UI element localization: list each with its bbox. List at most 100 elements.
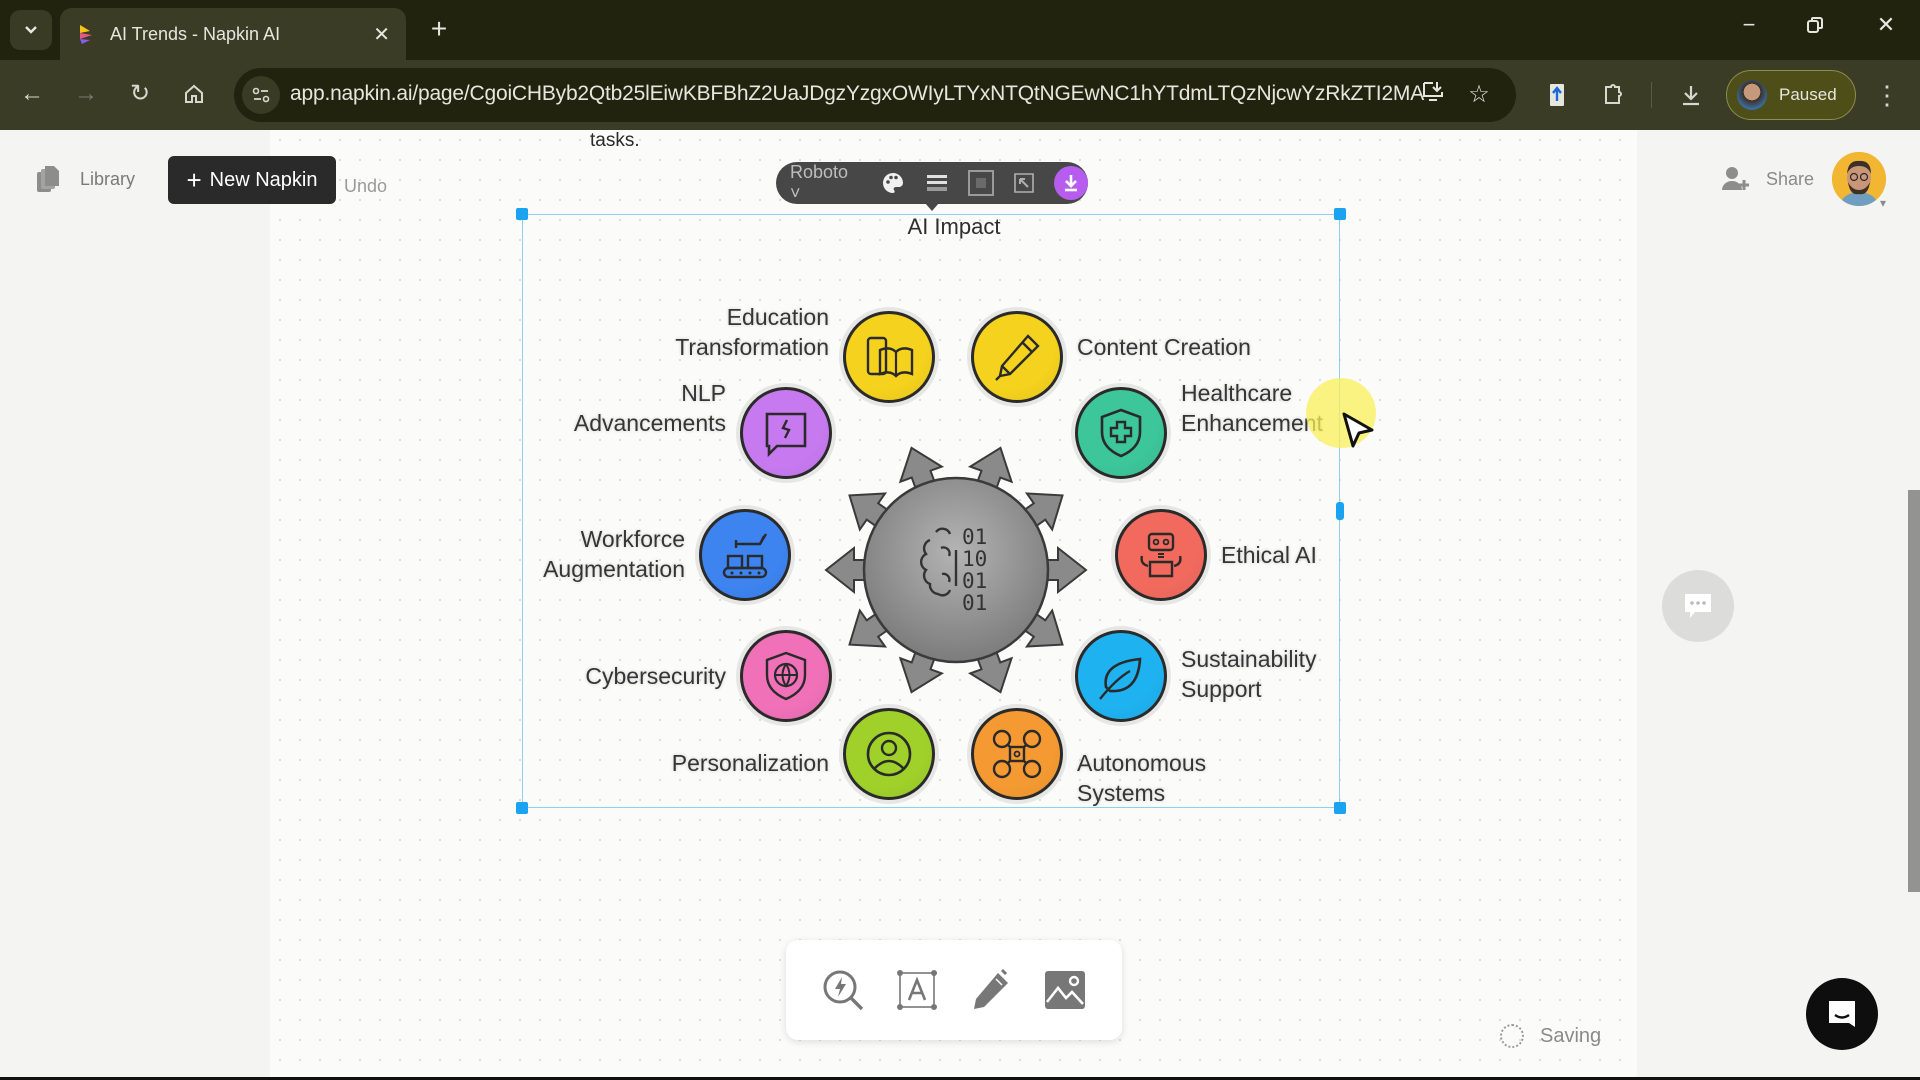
library-link[interactable]: Library bbox=[36, 164, 135, 194]
text-box-icon[interactable] bbox=[891, 964, 943, 1016]
extension-icon[interactable] bbox=[1540, 78, 1574, 112]
tab-list-button[interactable] bbox=[10, 10, 52, 50]
node-personalization[interactable] bbox=[843, 708, 935, 800]
close-tab-icon[interactable]: ✕ bbox=[373, 22, 390, 47]
node-label-workforce[interactable]: Workforce Augmentation bbox=[543, 524, 685, 584]
browser-toolbar: ← → ↻ app.napkin.ai/page/CgoiCHByb2Qtb25… bbox=[0, 60, 1920, 130]
user-avatar[interactable] bbox=[1832, 152, 1886, 206]
back-button[interactable]: ← bbox=[14, 76, 50, 112]
node-label-ethical[interactable]: Ethical AI bbox=[1221, 540, 1317, 570]
tablet-book-icon bbox=[866, 336, 914, 378]
node-label-content[interactable]: Content Creation bbox=[1077, 332, 1251, 362]
browser-tab[interactable]: AI Trends - Napkin AI ✕ bbox=[60, 8, 406, 60]
node-label-line: Transformation bbox=[675, 334, 829, 360]
node-healthcare[interactable] bbox=[1075, 387, 1167, 479]
profile-status: Paused bbox=[1779, 85, 1837, 104]
document-text: tasks. bbox=[590, 130, 640, 151]
toolbar-pointer bbox=[925, 203, 939, 211]
binary-digits: 01 bbox=[962, 591, 987, 615]
ai-hub-graphic[interactable]: 01100101 bbox=[796, 410, 1116, 730]
share-label: Share bbox=[1766, 168, 1815, 189]
resize-handle-bottom-right[interactable] bbox=[1334, 802, 1346, 814]
install-app-icon[interactable] bbox=[1418, 80, 1448, 110]
line-style-icon[interactable] bbox=[923, 169, 951, 197]
node-label-line: Autonomous bbox=[1077, 750, 1207, 776]
share-button[interactable]: Share bbox=[1722, 166, 1814, 192]
diagram-title[interactable]: AI Impact bbox=[854, 214, 1054, 240]
downloads-icon[interactable] bbox=[1674, 78, 1708, 112]
node-label-education[interactable]: Education Transformation bbox=[675, 302, 829, 362]
image-icon[interactable] bbox=[1039, 964, 1091, 1016]
node-label-personalization[interactable]: Personalization bbox=[672, 748, 829, 778]
resize-icon[interactable] bbox=[1010, 169, 1038, 197]
node-label-line: Enhancement bbox=[1181, 410, 1323, 436]
restore-button[interactable] bbox=[1795, 12, 1835, 40]
node-autonomous[interactable] bbox=[971, 708, 1063, 800]
close-window-button[interactable]: ✕ bbox=[1866, 12, 1906, 38]
saving-label: Saving bbox=[1540, 1024, 1602, 1047]
bookmark-star-icon[interactable]: ☆ bbox=[1464, 80, 1494, 110]
napkin-favicon-icon bbox=[80, 25, 92, 44]
leaf-icon bbox=[1099, 657, 1142, 700]
reload-button[interactable]: ↻ bbox=[122, 76, 158, 112]
pen-icon[interactable] bbox=[965, 964, 1017, 1016]
mouse-cursor-icon bbox=[1342, 412, 1374, 448]
download-icon[interactable] bbox=[1054, 166, 1088, 200]
node-ethical[interactable] bbox=[1115, 509, 1207, 601]
profile-avatar bbox=[1737, 80, 1767, 110]
palette-icon[interactable] bbox=[879, 169, 907, 197]
account-chevron-icon[interactable]: ▾ bbox=[1880, 196, 1886, 210]
chat-broken-icon bbox=[765, 412, 807, 458]
minimize-button[interactable]: − bbox=[1729, 12, 1769, 38]
binary-digits: 10 bbox=[962, 547, 987, 571]
node-content[interactable] bbox=[971, 311, 1063, 403]
resize-handle-bottom-left[interactable] bbox=[516, 802, 528, 814]
url-text[interactable]: app.napkin.ai/page/CgoiCHByb2Qtb25lEiwKB… bbox=[290, 82, 1424, 106]
resize-handle-top-left[interactable] bbox=[516, 208, 528, 220]
node-label-cyber[interactable]: Cybersecurity bbox=[585, 661, 726, 691]
browser-tab-bar: AI Trends - Napkin AI ✕ + − ✕ bbox=[0, 0, 1920, 60]
node-nlp[interactable] bbox=[740, 387, 832, 479]
shield-globe-icon bbox=[765, 651, 807, 701]
node-label-healthcare[interactable]: Healthcare Enhancement bbox=[1181, 378, 1323, 438]
binary-digits: 01 bbox=[962, 525, 987, 549]
format-toolbar: Roboto ˅ bbox=[776, 162, 1088, 204]
font-selector[interactable]: Roboto ˅ bbox=[790, 162, 863, 204]
resize-handle-right[interactable] bbox=[1336, 502, 1344, 520]
undo-button[interactable]: Undo bbox=[344, 176, 387, 197]
new-tab-button[interactable]: + bbox=[424, 14, 454, 44]
profile-button[interactable]: Paused bbox=[1726, 70, 1856, 120]
new-napkin-label: New Napkin bbox=[209, 168, 318, 191]
home-button[interactable] bbox=[176, 76, 212, 112]
node-label-autonomous[interactable]: Autonomous Systems bbox=[1077, 748, 1206, 808]
support-chat-button[interactable] bbox=[1806, 978, 1878, 1050]
forward-button[interactable]: → bbox=[68, 76, 104, 112]
browser-menu-icon[interactable]: ⋮ bbox=[1874, 78, 1900, 112]
site-info-button[interactable] bbox=[242, 76, 280, 114]
home-icon bbox=[185, 84, 203, 103]
frame-icon[interactable] bbox=[967, 169, 995, 197]
node-label-nlp[interactable]: NLP Advancements bbox=[574, 378, 726, 438]
node-sustainability[interactable] bbox=[1075, 630, 1167, 722]
node-label-line: Cybersecurity bbox=[585, 663, 726, 689]
node-cyber[interactable] bbox=[740, 630, 832, 722]
toolbar-separator bbox=[1651, 82, 1652, 108]
plus-icon: + bbox=[186, 165, 202, 195]
node-label-sustainability[interactable]: Sustainability Support bbox=[1181, 644, 1317, 704]
puzzle-icon[interactable] bbox=[1596, 78, 1630, 112]
page-scrollbar[interactable] bbox=[1908, 490, 1920, 892]
node-label-line: Systems bbox=[1077, 780, 1166, 806]
spark-search-icon[interactable] bbox=[817, 964, 869, 1016]
napkin-page: Library + New Napkin Undo tasks. Share ▾… bbox=[0, 130, 1920, 1080]
insert-toolbar bbox=[786, 940, 1122, 1040]
node-education[interactable] bbox=[843, 311, 935, 403]
address-bar[interactable]: app.napkin.ai/page/CgoiCHByb2Qtb25lEiwKB… bbox=[234, 68, 1516, 122]
comments-button[interactable] bbox=[1662, 570, 1734, 642]
node-label-line: Content Creation bbox=[1077, 334, 1251, 360]
node-label-line: Healthcare bbox=[1181, 380, 1293, 406]
new-napkin-button[interactable]: + New Napkin bbox=[168, 156, 336, 204]
user-circle-icon bbox=[866, 731, 912, 777]
node-label-line: Sustainability bbox=[1181, 646, 1317, 672]
node-workforce[interactable] bbox=[699, 509, 791, 601]
resize-handle-top-right[interactable] bbox=[1334, 208, 1346, 220]
